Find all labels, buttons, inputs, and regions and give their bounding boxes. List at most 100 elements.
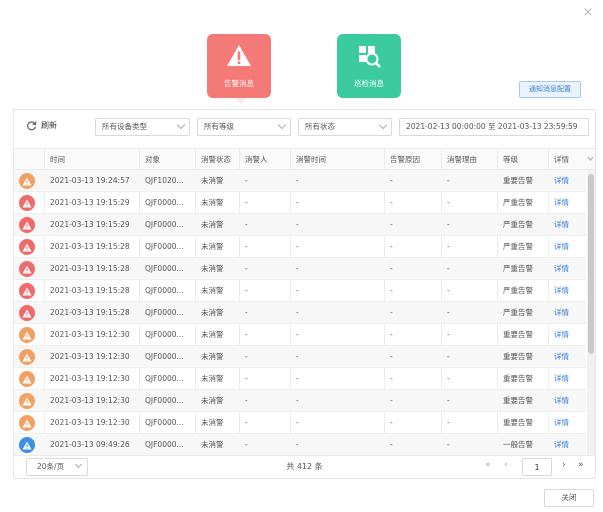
table-row[interactable]: 2021-03-13 19:12:30 QJF0000... 未消警 - - - - 重要告警… <box>14 346 586 368</box>
detail-link[interactable]: 详情 <box>554 236 569 257</box>
cell-reason: - <box>390 396 393 405</box>
refresh-button[interactable]: 刷新 <box>26 120 57 131</box>
prev-page-button[interactable]: ‹ <box>504 460 508 470</box>
table-row[interactable]: 2021-03-13 19:15:28 QJF0000... 未消警 - - - - 严重告警… <box>14 236 586 258</box>
cell-clear-time: - <box>296 352 299 361</box>
cell-reason: - <box>390 440 393 449</box>
cell-clear-reason: - <box>447 308 450 317</box>
cell-clear-reason: - <box>447 264 450 273</box>
cell-clear-reason: - <box>447 396 450 405</box>
chevron-down-icon <box>587 156 594 161</box>
cell-clear-time: - <box>296 440 299 449</box>
page-number-input[interactable] <box>522 458 552 476</box>
alarm-level-icon <box>19 239 35 255</box>
detail-link[interactable]: 详情 <box>554 412 569 433</box>
cell-reason: - <box>390 286 393 295</box>
cell-object: QJF0000... <box>145 440 184 449</box>
cell-level: 严重告警 <box>503 198 533 207</box>
status-select[interactable]: 所有状态 <box>298 118 392 136</box>
cell-object: QJF0000... <box>145 352 184 361</box>
table-row[interactable]: 2021-03-13 19:15:28 QJF0000... 未消警 - - - - 严重告警… <box>14 258 586 280</box>
alarm-level-icon <box>19 173 35 189</box>
table-row[interactable]: 2021-03-13 19:24:57 QJF1020... 未消警 - - - - 重要告警… <box>14 170 586 192</box>
cell-level: 重要告警 <box>503 330 533 339</box>
detail-link[interactable]: 详情 <box>554 302 569 323</box>
table-row[interactable]: 2021-03-13 19:15:29 QJF0000... 未消警 - - - - 严重告警… <box>14 214 586 236</box>
scroll-header-chevron[interactable] <box>586 148 595 170</box>
cell-clear-time: - <box>296 308 299 317</box>
cell-object: QJF0000... <box>145 418 184 427</box>
cell-status: 未消警 <box>201 176 224 185</box>
cell-object: QJF0000... <box>145 396 184 405</box>
column-header[interactable]: 时间 <box>50 149 65 170</box>
next-page-button[interactable]: › <box>562 460 566 470</box>
date-range-picker[interactable]: 2021-02-13 00:00:00 至 2021-03-13 23:59:5… <box>399 118 589 136</box>
cell-reason: - <box>390 242 393 251</box>
close-button[interactable]: 关闭 <box>544 489 594 507</box>
cell-object: QJF0000... <box>145 374 184 383</box>
cell-status: 未消警 <box>201 198 224 207</box>
cell-object: QJF0000... <box>145 198 184 207</box>
cell-level: 严重告警 <box>503 264 533 273</box>
tab-inspection-messages[interactable]: 巡检消息 <box>337 34 401 98</box>
tab-label: 告警消息 <box>224 79 254 88</box>
column-header[interactable]: 消警理由 <box>447 149 477 170</box>
cell-time: 2021-03-13 19:24:57 <box>50 176 130 185</box>
cell-status: 未消警 <box>201 330 224 339</box>
detail-link[interactable]: 详情 <box>554 434 569 455</box>
column-header[interactable]: 详情 <box>554 149 569 170</box>
chevron-down-icon <box>277 120 287 130</box>
close-icon[interactable]: × <box>581 6 595 20</box>
detail-link[interactable]: 详情 <box>554 346 569 367</box>
cell-clear-reason: - <box>447 286 450 295</box>
scrollbar-thumb[interactable] <box>588 174 594 354</box>
detail-link[interactable]: 详情 <box>554 280 569 301</box>
alarm-level-icon <box>19 217 35 233</box>
detail-link[interactable]: 详情 <box>554 258 569 279</box>
column-header[interactable]: 等级 <box>503 149 518 170</box>
column-header[interactable]: 对象 <box>145 149 160 170</box>
cell-object: QJF0000... <box>145 286 184 295</box>
cell-object: QJF1020... <box>145 176 184 185</box>
table-row[interactable]: 2021-03-13 19:12:30 QJF0000... 未消警 - - - - 重要告警… <box>14 390 586 412</box>
level-select[interactable]: 所有等级 <box>197 118 291 136</box>
first-page-button[interactable]: « <box>485 460 491 470</box>
last-page-button[interactable]: » <box>578 460 584 470</box>
table-row[interactable]: 2021-03-13 19:15:28 QJF0000... 未消警 - - - - 严重告警… <box>14 280 586 302</box>
cell-level: 一般告警 <box>503 440 533 449</box>
table-row[interactable]: 2021-03-13 19:12:30 QJF0000... 未消警 - - - - 重要告警… <box>14 368 586 390</box>
cell-clear-time: - <box>296 198 299 207</box>
detail-link[interactable]: 详情 <box>554 170 569 191</box>
chevron-down-icon <box>378 120 388 130</box>
cell-level: 重要告警 <box>503 418 533 427</box>
cell-time: 2021-03-13 19:12:30 <box>50 396 130 405</box>
table-body: 2021-03-13 19:24:57 QJF1020... 未消警 - - - - 重要告警… <box>14 170 586 455</box>
cell-time: 2021-03-13 19:12:30 <box>50 330 130 339</box>
cell-time: 2021-03-13 19:15:29 <box>50 198 130 207</box>
notification-config-button[interactable]: 通知消息配置 <box>519 81 581 98</box>
device-type-select[interactable]: 所有设备类型 <box>95 118 190 136</box>
column-header[interactable]: 告警原因 <box>390 149 420 170</box>
alarm-level-icon <box>19 305 35 321</box>
column-header[interactable]: 消警人 <box>245 149 268 170</box>
detail-link[interactable]: 详情 <box>554 368 569 389</box>
tab-alarm-messages[interactable]: 告警消息 <box>207 34 271 104</box>
detail-link[interactable]: 详情 <box>554 214 569 235</box>
cell-time: 2021-03-13 19:15:28 <box>50 242 130 251</box>
table-row[interactable]: 2021-03-13 19:12:30 QJF0000... 未消警 - - - - 重要告警… <box>14 324 586 346</box>
table-row[interactable]: 2021-03-13 19:12:30 QJF0000... 未消警 - - - - 重要告警… <box>14 412 586 434</box>
cell-reason: - <box>390 418 393 427</box>
column-header[interactable]: 消警状态 <box>201 149 231 170</box>
table-row[interactable]: 2021-03-13 19:15:28 QJF0000... 未消警 - - - - 严重告警… <box>14 302 586 324</box>
detail-link[interactable]: 详情 <box>554 324 569 345</box>
cell-person: - <box>245 242 248 251</box>
column-header[interactable]: 消警时间 <box>296 149 326 170</box>
table-row[interactable]: 2021-03-13 09:49:26 QJF0000... 未消警 - - - - 一般告警… <box>14 434 586 455</box>
detail-link[interactable]: 详情 <box>554 192 569 213</box>
alarm-level-icon <box>19 283 35 299</box>
cell-clear-reason: - <box>447 242 450 251</box>
detail-link[interactable]: 详情 <box>554 390 569 411</box>
cell-time: 2021-03-13 19:15:28 <box>50 264 130 273</box>
cell-reason: - <box>390 264 393 273</box>
table-row[interactable]: 2021-03-13 19:15:29 QJF0000... 未消警 - - - - 严重告警… <box>14 192 586 214</box>
